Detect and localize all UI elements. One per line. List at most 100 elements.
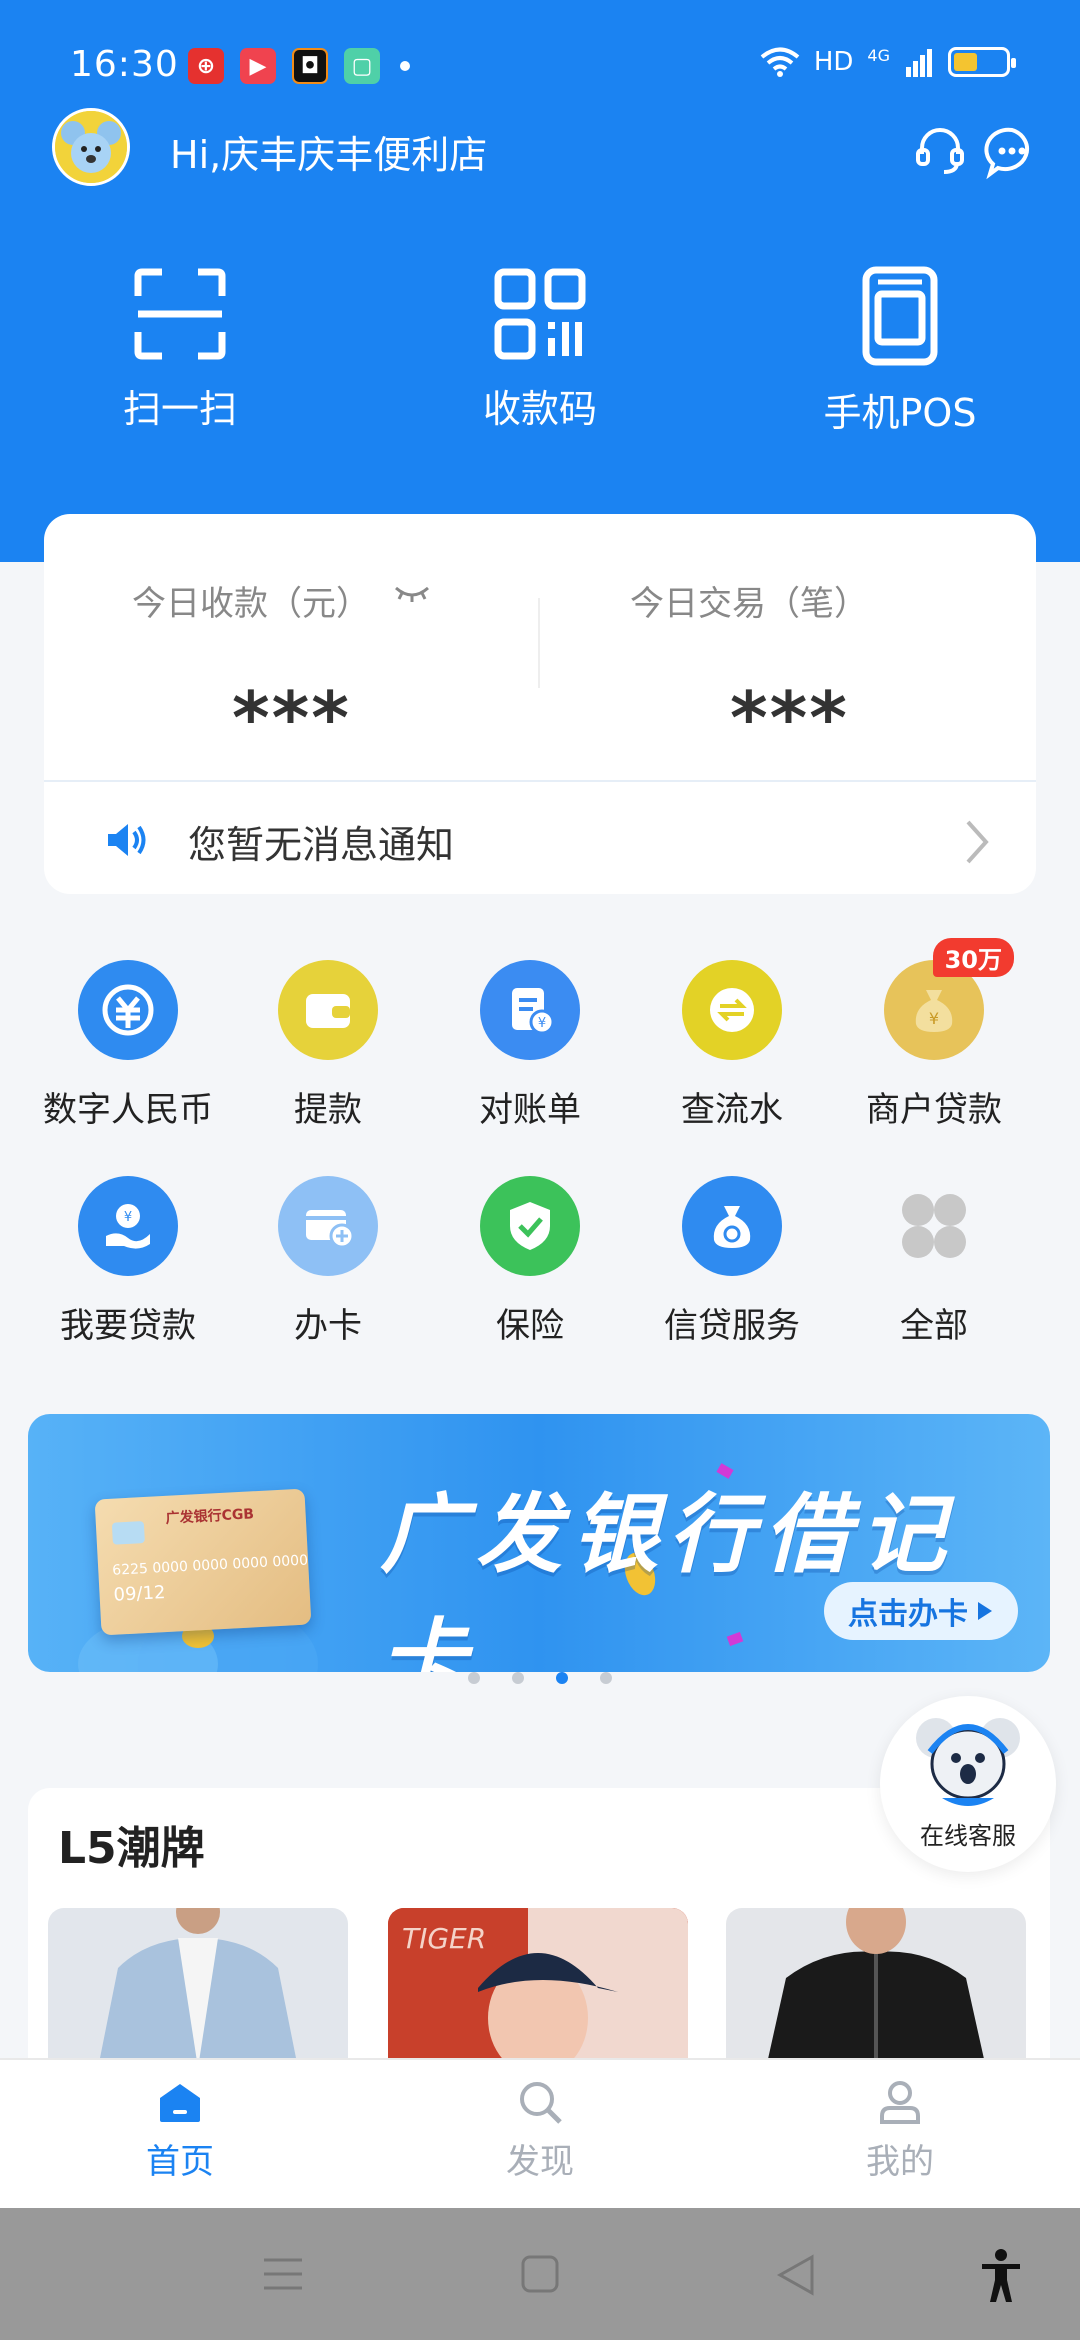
home-icon	[160, 2084, 200, 2122]
money-bag-icon: ¥ 30万	[884, 938, 1014, 1060]
wallet-icon	[278, 960, 378, 1060]
battery-icon	[948, 47, 1016, 77]
service-label: 数字人民币	[43, 1090, 213, 1130]
transfer-icon	[682, 960, 782, 1060]
credit-bag-icon	[682, 1176, 782, 1276]
online-customer-service-button[interactable]: 在线客服	[880, 1696, 1056, 1872]
play-arrow-icon	[978, 1602, 992, 1620]
quick-action-qr-code[interactable]: 收款码	[420, 266, 660, 433]
chevron-right-icon	[966, 820, 989, 864]
shopping-app-icon: ◘	[292, 48, 328, 84]
video-app-icon: ▶	[240, 48, 276, 84]
debit-card-image: 广发银行CGB 6225 0000 0000 0000 0000 09/12	[94, 1488, 312, 1636]
transactions-value: ***	[730, 676, 849, 760]
wifi-icon	[760, 47, 800, 77]
back-triangle-icon[interactable]	[776, 2254, 816, 2296]
cap-model-image: TIGER	[388, 1908, 688, 2068]
nav-profile[interactable]: 我的	[800, 2078, 1000, 2183]
service-apply-loan[interactable]: ¥ 我要贷款	[28, 1176, 228, 1347]
service-label: 保险	[496, 1306, 564, 1346]
quick-action-mobile-pos[interactable]: 手机POS	[780, 266, 1020, 437]
koala-support-icon	[916, 1718, 1020, 1806]
svg-text:¥: ¥	[124, 1210, 132, 1225]
banner-apply-button[interactable]: 点击办卡	[824, 1582, 1018, 1640]
promo-banner[interactable]: 广发银行CGB 6225 0000 0000 0000 0000 09/12 广…	[28, 1414, 1050, 1672]
status-bar: 16:30 ⊕ ▶ ◘ ▢ HD 4G	[0, 0, 1080, 130]
receipts-label: 今日收款（元）	[132, 584, 370, 624]
card-date: 09/12	[113, 1582, 166, 1606]
battery-level	[954, 53, 977, 71]
card-add-icon	[278, 1176, 378, 1276]
service-label: 对账单	[479, 1090, 581, 1130]
menu-icon[interactable]	[262, 2254, 304, 2294]
service-transactions[interactable]: 查流水	[632, 960, 832, 1131]
avatar[interactable]	[52, 108, 130, 186]
service-credit[interactable]: 信贷服务	[632, 1176, 832, 1347]
card-number: 6225 0000 0000 0000 0000	[111, 1552, 309, 1579]
system-navigation-bar	[0, 2208, 1080, 2340]
nav-label: 我的	[866, 2142, 934, 2182]
stat-divider	[538, 598, 540, 688]
qr-code-icon	[494, 268, 586, 360]
quick-action-label: 手机POS	[823, 391, 977, 435]
service-withdraw[interactable]: 提款	[228, 960, 428, 1131]
service-digital-rmb[interactable]: 数字人民币	[28, 960, 228, 1131]
signal-icon	[906, 49, 932, 77]
quick-action-scan[interactable]: 扫一扫	[60, 266, 300, 433]
svg-text:TIGER: TIGER	[402, 1922, 486, 1955]
receipts-value: ***	[232, 676, 351, 760]
service-label: 查流水	[681, 1090, 783, 1130]
customer-service-icon[interactable]	[912, 124, 968, 180]
home-square-icon[interactable]	[520, 2254, 560, 2294]
service-statement[interactable]: ¥ 对账单	[430, 960, 630, 1131]
eye-closed-icon[interactable]	[392, 582, 432, 606]
summary-card: 今日收款（元） *** 今日交易（笔） *** 您暂无消息通知	[44, 514, 1036, 894]
card-chip	[111, 1521, 145, 1545]
discover-icon	[520, 2082, 562, 2124]
koala-avatar-icon	[55, 111, 127, 183]
bottom-navigation: 首页 发现 我的	[0, 2058, 1080, 2208]
railway-app-icon: ⊕	[188, 48, 224, 84]
service-open-card[interactable]: 办卡	[228, 1176, 428, 1347]
all-grid-icon	[884, 1176, 984, 1276]
message-icon[interactable]	[984, 124, 1040, 180]
banner-cta-label: 点击办卡	[848, 1597, 968, 1632]
service-label: 信贷服务	[664, 1306, 800, 1346]
pos-terminal-icon	[862, 266, 938, 366]
service-insurance[interactable]: 保险	[430, 1176, 630, 1347]
carousel-indicator	[0, 1672, 1080, 1686]
loan-amount-badge: 30万	[932, 938, 1014, 977]
service-label: 商户贷款	[866, 1090, 1002, 1130]
customer-service-label: 在线客服	[920, 1822, 1016, 1850]
quick-action-label: 扫一扫	[122, 387, 237, 431]
nav-label: 首页	[146, 2142, 214, 2182]
service-label: 提款	[294, 1090, 362, 1130]
digital-rmb-icon	[78, 960, 178, 1060]
statement-icon: ¥	[480, 960, 580, 1060]
product-image-shirt[interactable]	[48, 1908, 348, 2068]
greeting-text: Hi,庆丰庆丰便利店	[170, 133, 488, 177]
product-image-jacket[interactable]	[726, 1908, 1026, 2068]
shirt-image	[98, 1908, 298, 2068]
service-label: 我要贷款	[60, 1306, 196, 1346]
card-bank-name: 广发银行CGB	[165, 1506, 255, 1527]
svg-text:¥: ¥	[929, 1009, 939, 1028]
service-all[interactable]: 全部	[834, 1176, 1034, 1347]
svg-text:¥: ¥	[538, 1016, 546, 1031]
jacket-image	[766, 1908, 986, 2068]
loan-hand-icon: ¥	[78, 1176, 178, 1276]
accessibility-icon[interactable]	[978, 2248, 1024, 2304]
status-time: 16:30	[70, 44, 179, 85]
nav-discover[interactable]: 发现	[440, 2078, 640, 2183]
shield-check-icon	[480, 1176, 580, 1276]
more-notifications-dot	[400, 61, 410, 71]
quick-action-label: 收款码	[482, 387, 597, 431]
product-image-cap[interactable]: TIGER	[388, 1908, 688, 2068]
section-title: L5潮牌	[58, 1823, 205, 1874]
scan-icon	[134, 268, 226, 360]
speaker-icon	[108, 824, 146, 856]
notice-row[interactable]: 您暂无消息通知	[44, 782, 1036, 894]
service-merchant-loan[interactable]: ¥ 30万 商户贷款	[834, 938, 1034, 1131]
nav-home[interactable]: 首页	[80, 2078, 280, 2183]
carousel-dot	[468, 1672, 480, 1684]
